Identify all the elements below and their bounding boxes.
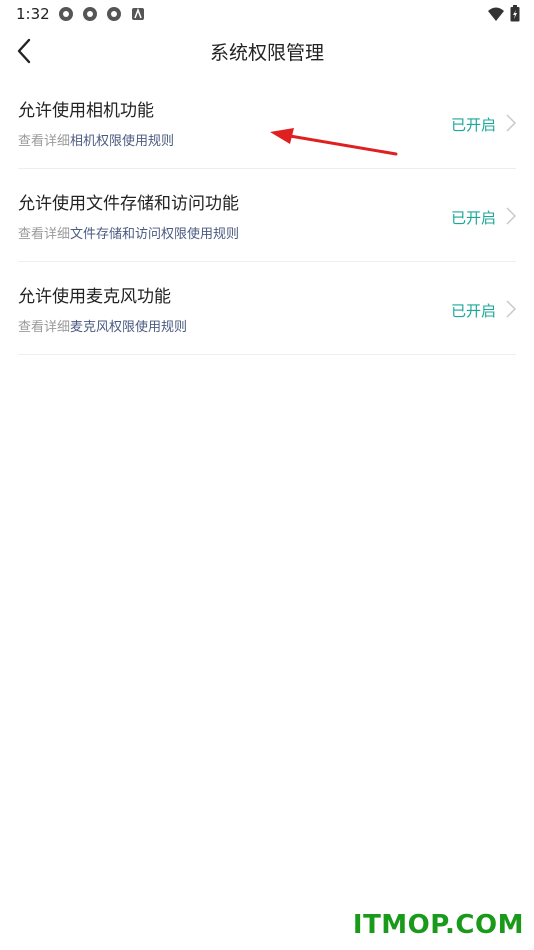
status-bar: 1:32: [0, 0, 534, 28]
permission-row-storage[interactable]: 允许使用文件存储和访问功能 查看详细文件存储和访问权限使用规则 已开启: [18, 169, 516, 262]
permission-title: 允许使用文件存储和访问功能: [18, 194, 239, 214]
chevron-right-icon: [506, 300, 516, 318]
permission-list: 允许使用相机功能 查看详细相机权限使用规则 已开启 允许使用文件存储和访问功能 …: [18, 76, 516, 355]
rules-link[interactable]: 文件存储和访问权限使用规则: [70, 227, 239, 242]
status-label: 已开启: [450, 209, 496, 227]
system-icons: [488, 5, 520, 26]
view-details-text: 查看详细: [18, 320, 71, 335]
settings-icon: [82, 6, 98, 22]
wifi-icon: [488, 6, 504, 25]
permission-subtitle: 查看详细相机权限使用规则: [18, 130, 174, 149]
permission-subtitle: 查看详细麦克风权限使用规则: [18, 316, 187, 335]
permission-subtitle: 查看详细文件存储和访问权限使用规则: [18, 223, 239, 242]
app-header: 系统权限管理: [0, 28, 534, 74]
rules-link[interactable]: 相机权限使用规则: [70, 134, 174, 149]
status-label: 已开启: [450, 302, 496, 320]
status-time: 1:32: [16, 5, 50, 23]
page-title: 系统权限管理: [209, 42, 324, 64]
view-details-text: 查看详细: [18, 227, 71, 242]
settings-icon: [58, 6, 74, 22]
permission-row-camera[interactable]: 允许使用相机功能 查看详细相机权限使用规则 已开启: [18, 76, 516, 169]
settings-icon: [106, 6, 122, 22]
notification-icons: [58, 6, 146, 22]
chevron-right-icon: [506, 207, 516, 225]
permission-title: 允许使用相机功能: [18, 101, 154, 121]
battery-icon: [510, 5, 520, 26]
permission-title: 允许使用麦克风功能: [18, 287, 171, 307]
status-label: 已开启: [450, 116, 496, 134]
rules-link[interactable]: 麦克风权限使用规则: [70, 320, 187, 335]
watermark: ITMOP.COM: [352, 910, 524, 940]
permission-row-microphone[interactable]: 允许使用麦克风功能 查看详细麦克风权限使用规则 已开启: [18, 262, 516, 355]
app-icon: [130, 6, 146, 22]
chevron-right-icon: [506, 114, 516, 132]
annotation-arrow-icon: [270, 128, 398, 156]
view-details-text: 查看详细: [18, 134, 71, 149]
